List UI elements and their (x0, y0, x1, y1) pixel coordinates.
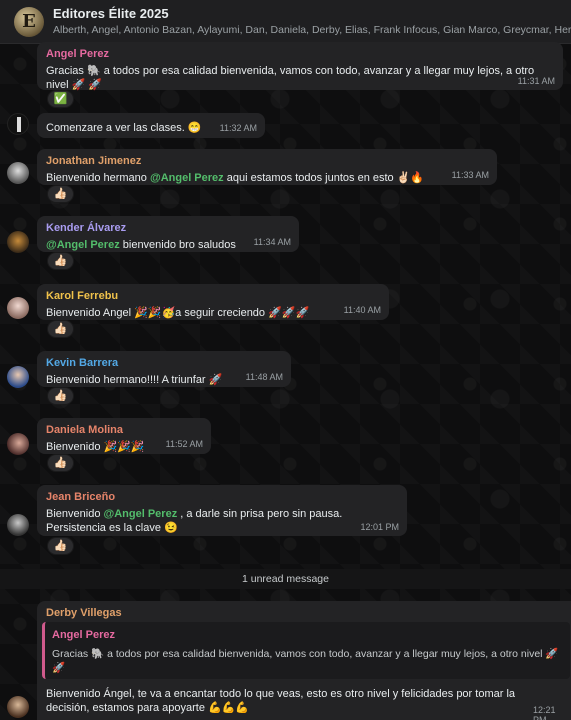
avatar[interactable] (7, 696, 29, 718)
message-time: 12:01 PM (360, 522, 399, 532)
message-text: Comenzare a ver las clases. 😁 (46, 122, 202, 134)
message-time: 11:52 AM (165, 439, 203, 449)
avatar[interactable] (7, 514, 29, 536)
message-text: decisión, estamos para apoyarte 💪💪💪 (46, 702, 250, 714)
reaction-badge[interactable]: 👍🏻 (47, 252, 74, 270)
message-text: bienvenido bro saludos (119, 239, 236, 251)
message-bubble[interactable]: Angel Perez Gracias 🐘 a todos por esa ca… (37, 42, 563, 91)
message-time: 11:48 AM (245, 372, 283, 382)
message-text: Gracias 🐘 a todos por esa calidad bienve… (46, 65, 535, 77)
message-time: 11:40 AM (343, 305, 381, 315)
reaction-badge[interactable]: 👍🏻 (47, 387, 74, 405)
sender-name: Kevin Barrera (46, 357, 119, 369)
group-members: Alberth, Angel, Antonio Bazan, Aylayumi,… (53, 24, 571, 36)
message-bubble[interactable]: Jean Briceño Bienvenido @Angel Perez , a… (37, 485, 407, 536)
message-bubble[interactable]: Kevin Barrera Bienvenido hermano!!!! A t… (37, 351, 291, 387)
message-text: , a darle sin prisa pero sin pausa. (177, 508, 343, 520)
sender-name: Jean Briceño (46, 491, 116, 503)
avatar[interactable] (7, 366, 29, 388)
message-time: 12:21 PM (533, 705, 556, 720)
mention-link[interactable]: @Angel Perez (104, 508, 178, 520)
message-time: 11:34 AM (253, 237, 291, 247)
quote-text: Gracias 🐘 a todos por esa calidad bienve… (52, 648, 559, 660)
sender-name: Karol Ferrebu (46, 290, 119, 302)
reaction-badge[interactable]: 👍🏻 (47, 454, 74, 472)
message-bubble[interactable]: Kender Álvarez @Angel Perez bienvenido b… (37, 216, 299, 252)
mention-link[interactable]: @Angel Perez (150, 172, 224, 184)
message-time: 11:32 AM (219, 123, 257, 133)
message-text: aqui estamos todos juntos en esto ✌🏻🔥 (223, 172, 425, 184)
reaction-badge[interactable]: 👍🏻 (47, 320, 74, 338)
group-avatar[interactable]: E (14, 6, 44, 37)
unread-separator: 1 unread message (0, 569, 571, 589)
sender-name: Kender Álvarez (46, 222, 127, 234)
sender-name: Daniela Molina (46, 424, 124, 436)
reaction-badge[interactable]: 👍🏻 (47, 185, 74, 203)
message-time: 11:31 AM (517, 76, 555, 86)
mention-link[interactable]: @Angel Perez (46, 239, 120, 251)
quote-sender: Angel Perez (52, 629, 115, 641)
quote-text: 🚀 (52, 662, 66, 674)
avatar[interactable] (7, 297, 29, 319)
message-time: 11:33 AM (451, 170, 489, 180)
sender-name: Angel Perez (46, 48, 109, 60)
sender-name: Derby Villegas (46, 607, 122, 619)
avatar[interactable] (7, 113, 29, 135)
avatar[interactable] (7, 231, 29, 253)
sender-name: Jonathan Jimenez (46, 155, 142, 167)
message-text: Bienvenido Angel 🎉🎉🥳a seguir creciendo 🚀… (46, 307, 310, 319)
quoted-message[interactable]: Angel Perez Gracias 🐘 a todos por esa ca… (42, 622, 570, 679)
message-text: nivel 🚀 🚀 (46, 79, 103, 91)
chat-header[interactable]: E Editores Élite 2025 Alberth, Angel, An… (0, 0, 571, 44)
reaction-badge[interactable]: ✅ (47, 90, 74, 108)
message-text: Bienvenido hermano (46, 172, 150, 184)
message-bubble[interactable]: Daniela Molina Bienvenido 🎉🎉🎉 11:52 AM (37, 418, 211, 454)
avatar[interactable] (7, 433, 29, 455)
avatar[interactable] (7, 162, 29, 184)
reaction-badge[interactable]: 👍🏻 (47, 537, 74, 555)
message-text: Bienvenido Ángel, te va a encantar todo … (46, 688, 516, 700)
message-text: Persistencia es la clave 😉 (46, 522, 178, 534)
message-bubble[interactable]: Jonathan Jimenez Bienvenido hermano @Ang… (37, 149, 497, 185)
message-bubble[interactable]: Comenzare a ver las clases. 😁 11:32 AM (37, 113, 265, 138)
message-text: Bienvenido (46, 508, 104, 520)
message-bubble[interactable]: Karol Ferrebu Bienvenido Angel 🎉🎉🥳a segu… (37, 284, 389, 320)
group-title: Editores Élite 2025 (53, 6, 169, 21)
